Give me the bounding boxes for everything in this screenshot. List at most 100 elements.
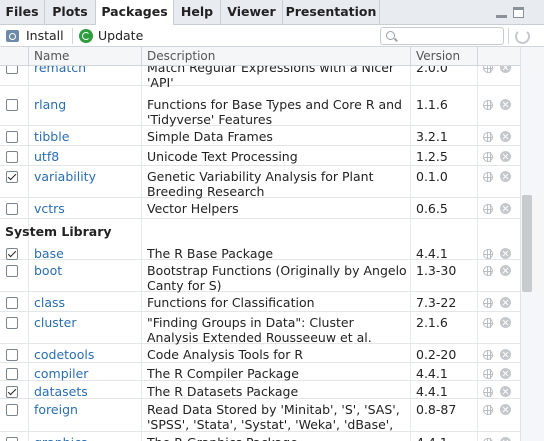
package-name-link[interactable]: datasets — [34, 384, 88, 399]
refresh-icon[interactable] — [515, 29, 530, 44]
load-checkbox[interactable] — [6, 297, 18, 309]
load-checkbox[interactable] — [6, 265, 18, 277]
package-version: 0.6.5 — [416, 201, 448, 216]
remove-package-icon[interactable] — [500, 248, 511, 259]
package-version: 0.8-87 — [416, 402, 457, 417]
install-button[interactable]: Install — [6, 27, 66, 45]
package-row-rlang: rlang Functions for Base Types and Core R… — [0, 94, 520, 127]
package-description: Bootstrap Functions (Originally by Angel… — [147, 263, 407, 293]
package-name-link[interactable]: base — [34, 246, 64, 261]
package-version: 1.1.6 — [416, 97, 448, 112]
remove-package-icon[interactable] — [500, 265, 511, 276]
remove-package-icon[interactable] — [500, 386, 511, 397]
browse-website-icon[interactable] — [483, 298, 493, 308]
package-name-link[interactable]: codetools — [34, 347, 94, 362]
load-checkbox[interactable] — [6, 203, 18, 215]
remove-package-icon[interactable] — [500, 131, 511, 142]
tab-help[interactable]: Help — [174, 0, 221, 25]
remove-package-icon[interactable] — [500, 99, 511, 110]
package-name-link[interactable]: class — [34, 295, 65, 310]
package-name-link[interactable]: cluster — [34, 315, 77, 330]
remove-package-icon[interactable] — [500, 151, 511, 162]
package-version: 0.2-20 — [416, 347, 457, 362]
package-row-cluster: cluster "Finding Groups in Data": Cluster… — [0, 312, 520, 345]
package-row-rematch: rematch Match Regular Expressions with a … — [0, 66, 520, 90]
load-checkbox[interactable] — [6, 248, 18, 260]
package-name-link[interactable]: compiler — [34, 366, 88, 381]
load-checkbox[interactable] — [6, 386, 18, 398]
load-checkbox[interactable] — [6, 131, 18, 143]
load-checkbox[interactable] — [6, 151, 18, 163]
column-header-blank — [477, 47, 520, 65]
browse-website-icon[interactable] — [483, 152, 493, 162]
remove-package-icon[interactable] — [500, 203, 511, 214]
package-search-input[interactable] — [401, 28, 499, 44]
package-name-link[interactable]: boot — [34, 263, 62, 278]
tab-viewer[interactable]: Viewer — [221, 0, 283, 25]
toolbar-separator — [72, 28, 73, 44]
remove-package-icon[interactable] — [500, 404, 511, 415]
package-row-vctrs: vctrs Vector Helpers 0.6.5 — [0, 198, 520, 219]
package-name-link[interactable]: foreign — [34, 402, 78, 417]
package-description: The R Datasets Package — [147, 384, 299, 399]
package-name-link[interactable]: rlang — [34, 97, 66, 112]
package-version: 7.3-22 — [416, 295, 457, 310]
minimize-pane-icon[interactable] — [496, 7, 507, 18]
browse-website-icon[interactable] — [483, 132, 493, 142]
package-version: 4.4.1 — [416, 384, 448, 399]
package-row-compiler: compiler The R Compiler Package 4.4.1 — [0, 363, 520, 381]
tab-files[interactable]: Files — [0, 0, 45, 25]
package-name-link[interactable]: vctrs — [34, 201, 65, 216]
browse-website-icon[interactable] — [483, 266, 493, 276]
load-checkbox[interactable] — [6, 66, 18, 74]
package-version: 1.2.5 — [416, 149, 448, 164]
remove-package-icon[interactable] — [500, 66, 511, 73]
load-checkbox[interactable] — [6, 171, 18, 183]
browse-website-icon[interactable] — [483, 318, 493, 328]
load-checkbox[interactable] — [6, 404, 18, 416]
load-checkbox[interactable] — [6, 99, 18, 111]
package-name-link[interactable]: tibble — [34, 129, 69, 144]
tab-plots[interactable]: Plots — [45, 0, 96, 25]
browse-website-icon[interactable] — [483, 249, 493, 259]
load-checkbox[interactable] — [6, 349, 18, 361]
package-name-link[interactable]: utf8 — [34, 149, 59, 164]
scrollbar-thumb[interactable] — [522, 195, 532, 292]
browse-website-icon[interactable] — [483, 405, 493, 415]
package-version: 4.4.1 — [416, 435, 448, 441]
browse-website-icon[interactable] — [483, 204, 493, 214]
column-header-description[interactable]: Description — [141, 47, 410, 65]
column-header-version[interactable]: Version — [410, 47, 477, 65]
browse-website-icon[interactable] — [483, 100, 493, 110]
package-version: 0.1.0 — [416, 169, 448, 184]
install-label: Install — [26, 28, 64, 43]
package-row-base: base The R Base Package 4.4.1 — [0, 243, 520, 261]
load-checkbox[interactable] — [6, 437, 18, 441]
browse-website-icon[interactable] — [483, 369, 493, 379]
remove-package-icon[interactable] — [500, 171, 511, 182]
remove-package-icon[interactable] — [500, 297, 511, 308]
update-button[interactable]: Update — [78, 27, 144, 45]
browse-website-icon[interactable] — [483, 172, 493, 182]
package-search-box[interactable] — [380, 27, 504, 45]
browse-website-icon[interactable] — [483, 350, 493, 360]
package-version: 1.3-30 — [416, 263, 457, 278]
remove-package-icon[interactable] — [500, 437, 511, 441]
package-description: The R Base Package — [147, 246, 274, 261]
package-name-link[interactable]: graphics — [34, 435, 87, 441]
tab-packages[interactable]: Packages — [96, 0, 174, 26]
browse-website-icon[interactable] — [483, 387, 493, 397]
remove-package-icon[interactable] — [500, 368, 511, 379]
tab-presentation[interactable]: Presentation — [283, 0, 380, 25]
browse-website-icon[interactable] — [483, 66, 493, 73]
column-header-name[interactable]: Name — [28, 47, 141, 65]
maximize-pane-icon[interactable] — [513, 7, 524, 18]
package-name-link[interactable]: rematch — [34, 66, 86, 75]
load-checkbox[interactable] — [6, 368, 18, 380]
remove-package-icon[interactable] — [500, 317, 511, 328]
remove-package-icon[interactable] — [500, 349, 511, 360]
package-row-datasets: datasets The R Datasets Package 4.4.1 — [0, 381, 520, 399]
load-checkbox[interactable] — [6, 317, 18, 329]
package-name-link[interactable]: variability — [34, 169, 96, 184]
packages-toolbar: Install Update — [0, 25, 544, 47]
